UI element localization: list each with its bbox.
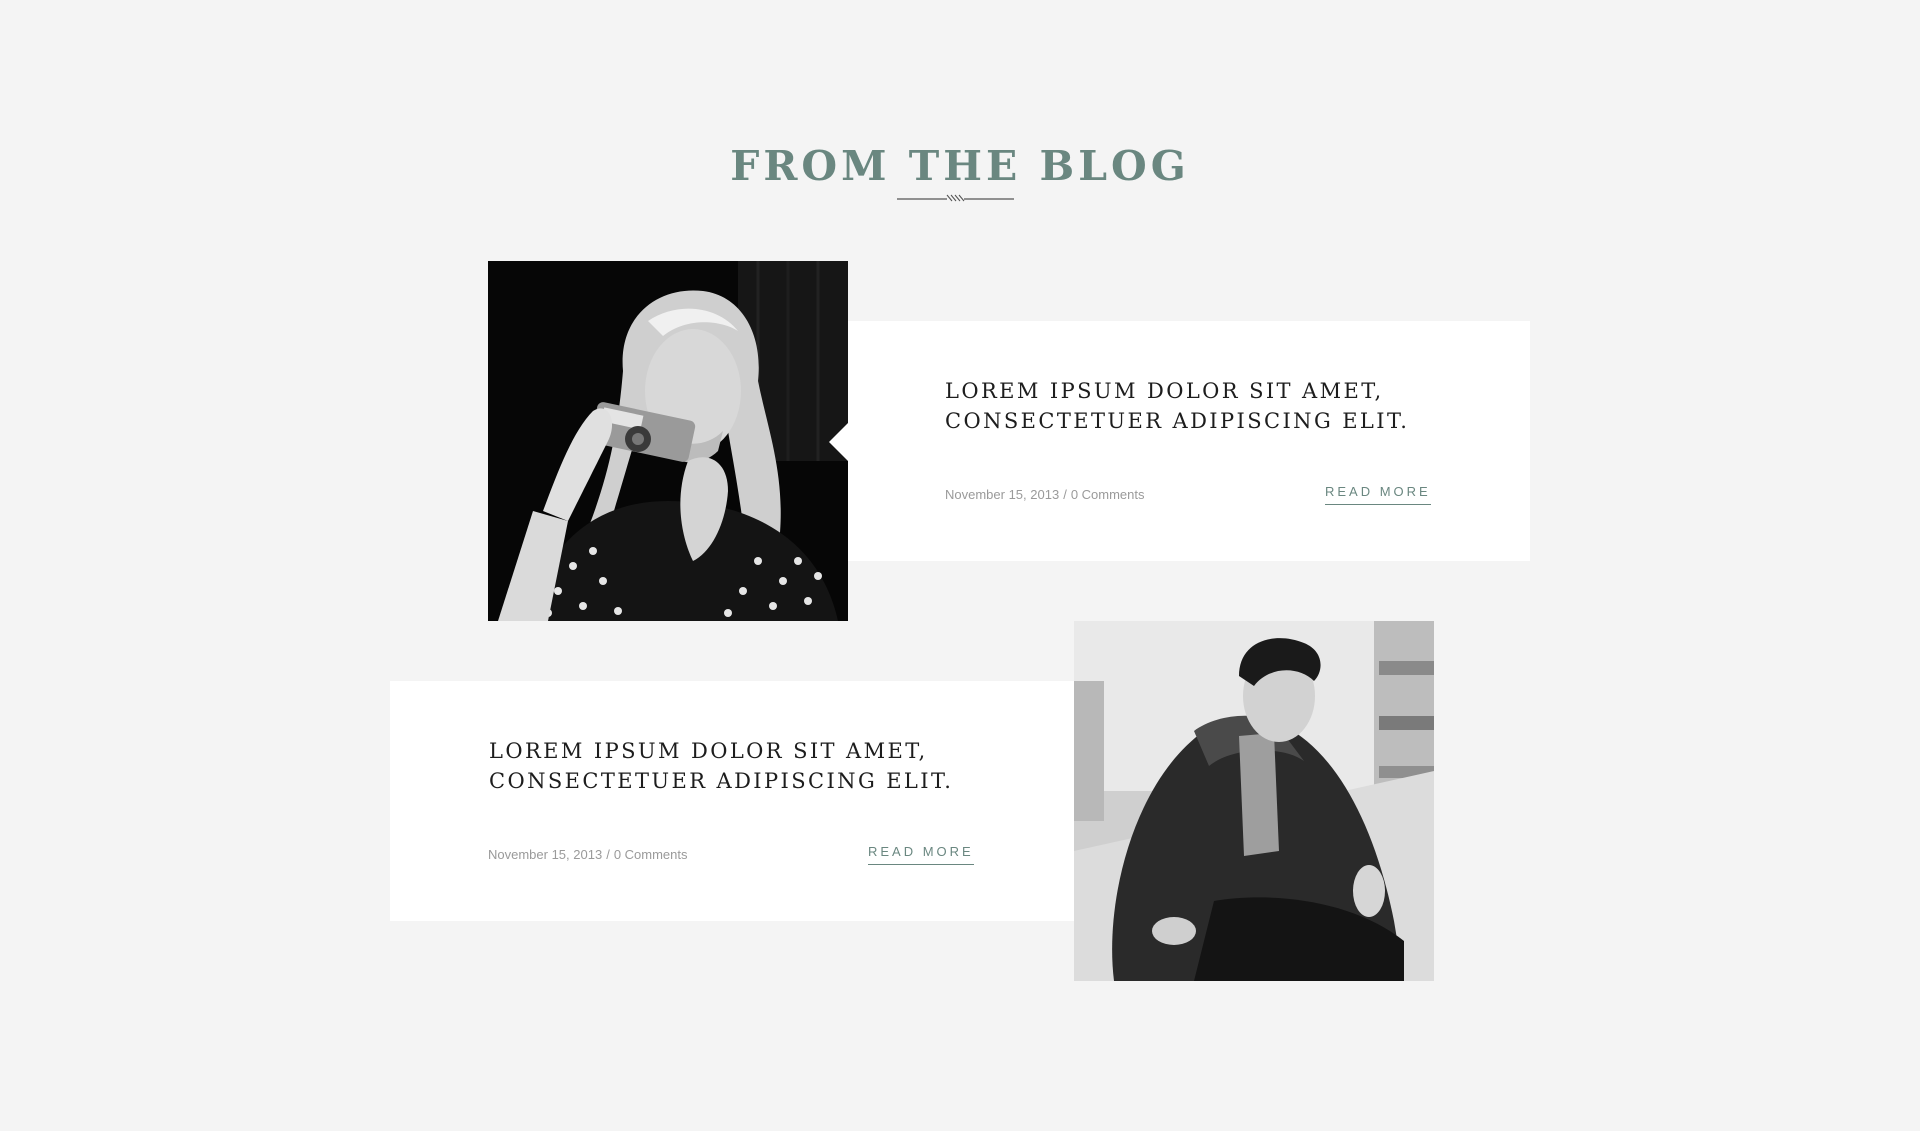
post-1-meta: November 15, 2013/ 0 Comments <box>945 487 1145 502</box>
post-2-read-more-button[interactable]: READ MORE <box>868 844 974 865</box>
post-1-title-line2: CONSECTETUER ADIPISCING ELIT. <box>945 409 1410 433</box>
post-1-title[interactable]: LOREM IPSUM DOLOR SIT AMET, CONSECTETUER… <box>945 376 1465 436</box>
post-1-meta-separator: / <box>1063 487 1067 502</box>
post-1-card: LOREM IPSUM DOLOR SIT AMET, CONSECTETUER… <box>848 321 1530 561</box>
post-2-meta: November 15, 2013/ 0 Comments <box>488 847 688 862</box>
post-1-read-more-button[interactable]: READ MORE <box>1325 484 1431 505</box>
post-2-card: LOREM IPSUM DOLOR SIT AMET, CONSECTETUER… <box>390 681 1074 921</box>
man-in-jacket-photo <box>1074 621 1434 981</box>
post-2-title[interactable]: LOREM IPSUM DOLOR SIT AMET, CONSECTETUER… <box>489 736 1009 796</box>
section-title: FROM THE BLOG <box>730 142 1190 190</box>
post-2-meta-separator: / <box>606 847 610 862</box>
post-1-date: November 15, 2013 <box>945 487 1060 502</box>
post-1-comments-link[interactable]: 0 Comments <box>1071 487 1145 502</box>
post-2-title-line1: LOREM IPSUM DOLOR SIT AMET, <box>489 739 928 763</box>
post-2-title-line2: CONSECTETUER ADIPISCING ELIT. <box>489 769 954 793</box>
title-divider-ornament <box>897 194 1014 202</box>
post-2-photo[interactable] <box>1074 621 1434 981</box>
post-2-date: November 15, 2013 <box>488 847 603 862</box>
post-1-photo[interactable] <box>488 261 848 621</box>
post-2-comments-link[interactable]: 0 Comments <box>614 847 688 862</box>
woman-with-camera-photo <box>488 261 848 621</box>
post-1-title-line1: LOREM IPSUM DOLOR SIT AMET, <box>945 379 1384 403</box>
card-1-pointer-notch <box>829 422 849 462</box>
